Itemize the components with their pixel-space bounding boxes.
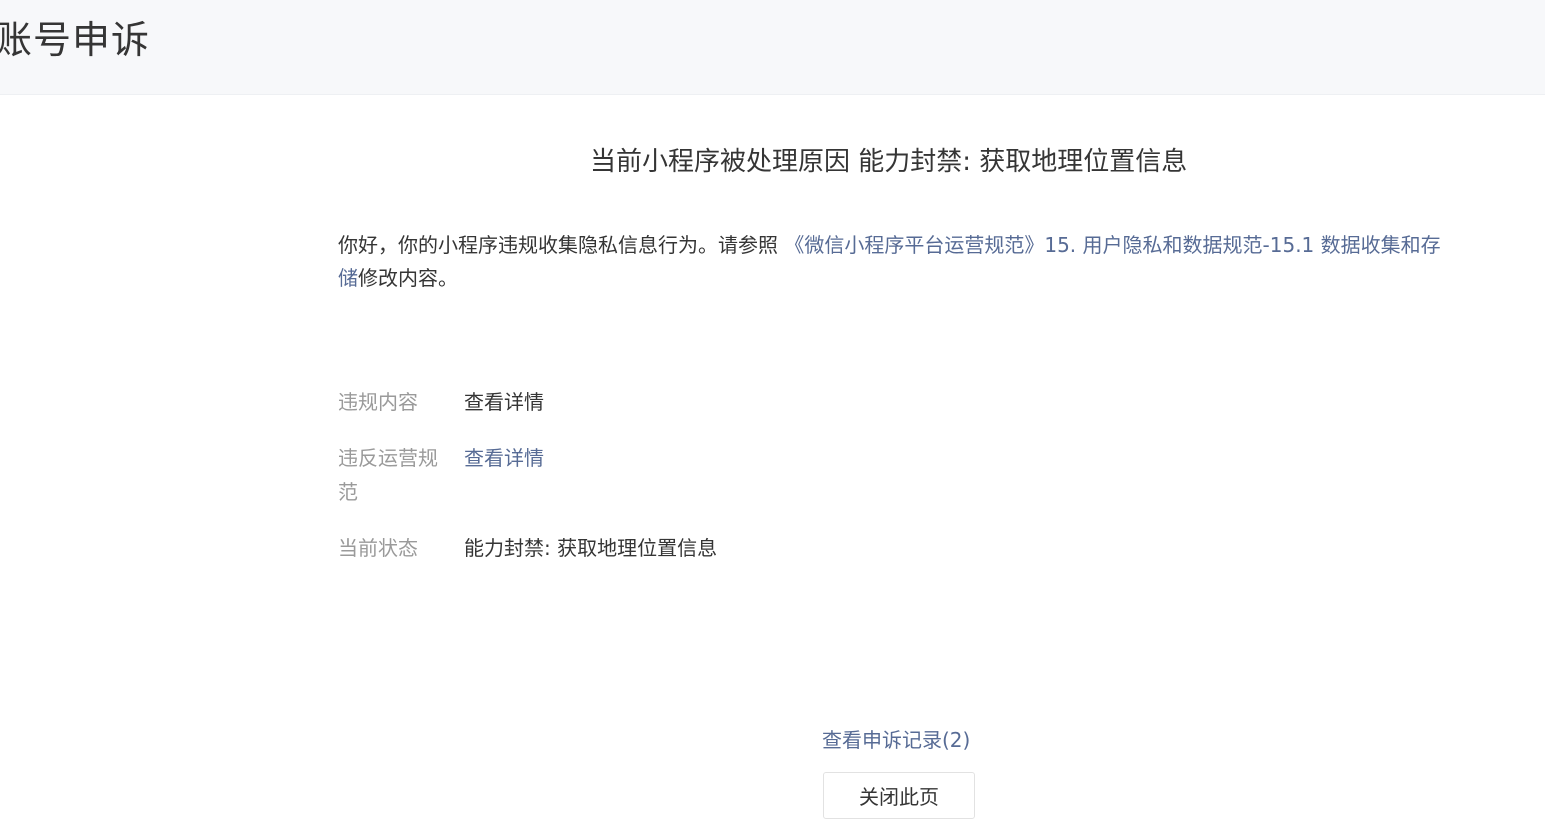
penalty-reason-heading: 当前小程序被处理原因 能力封禁: 获取地理位置信息 [590,147,1188,177]
page-title: 账号申诉 [0,18,151,62]
close-page-button[interactable]: 关闭此页 [823,772,975,819]
appeal-records-link[interactable]: 查看申诉记录(2) [822,723,970,757]
violation-content-value: 查看详情 [464,390,544,414]
intro-paragraph: 你好，你的小程序违规收集隐私信息行为。请参照 《微信小程序平台运营规范》15. … [338,229,1458,295]
intro-text-prefix: 你好，你的小程序违规收集隐私信息行为。请参照 [338,233,785,257]
intro-text-suffix: 修改内容。 [358,266,458,290]
page-header: 账号申诉 [0,0,1545,95]
violated-rules-label: 违反运营规范 [338,446,438,504]
violated-rules-view-details-link[interactable]: 查看详情 [464,441,544,475]
violation-content-label: 违规内容 [338,390,418,414]
current-status-value: 能力封禁: 获取地理位置信息 [464,536,718,560]
current-status-label: 当前状态 [338,536,418,560]
